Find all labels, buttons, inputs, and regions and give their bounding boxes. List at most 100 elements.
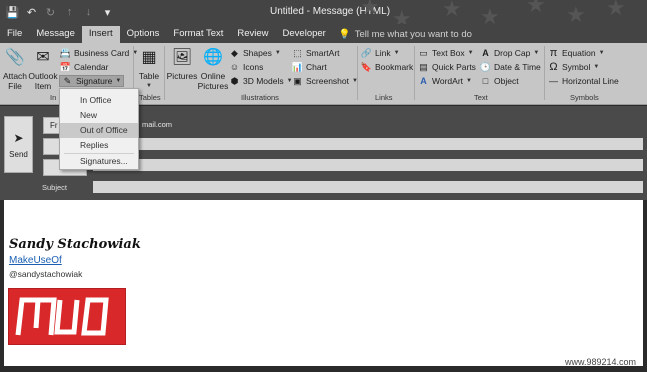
customize-qat-icon[interactable]: ▾ xyxy=(99,4,116,20)
tab-message[interactable]: Message xyxy=(29,26,82,43)
object-icon: □ xyxy=(482,76,489,86)
menu-item-signatures[interactable]: Signatures... xyxy=(60,154,138,169)
include-group-label: In xyxy=(50,93,57,102)
horizontal-line-button[interactable]: — Horizontal Line xyxy=(548,75,619,87)
save-icon[interactable]: 💾 xyxy=(4,4,21,20)
outlook-item-button[interactable]: ✉ Outlook Item xyxy=(28,47,58,92)
symbol-button[interactable]: Ω Symbol ▼ xyxy=(548,61,599,73)
menu-item-new[interactable]: New xyxy=(60,108,138,123)
tab-file[interactable]: File xyxy=(0,26,29,43)
text-box-button[interactable]: ▭ Text Box ▼ xyxy=(418,47,474,59)
bookmark-button[interactable]: 🔖 Bookmark xyxy=(361,61,413,73)
muo-logo xyxy=(8,288,126,345)
calendar-icon: 📅 xyxy=(59,61,72,72)
date-time-icon: 🕒 xyxy=(479,61,492,72)
pi-icon: π xyxy=(549,47,558,59)
tab-insert[interactable]: Insert xyxy=(81,26,120,43)
tab-review[interactable]: Review xyxy=(230,26,275,43)
table-button[interactable]: ▦ Table ▼ xyxy=(137,47,161,91)
text-group-label: Text xyxy=(474,93,488,102)
text-box-icon: ▭ xyxy=(419,47,428,58)
tab-options[interactable]: Options xyxy=(120,26,167,43)
chart-icon: 📊 xyxy=(291,61,304,72)
title-bar-decoration: ★ ★ ★ ★ ★ ★ ★ xyxy=(360,0,626,24)
tab-developer[interactable]: Developer xyxy=(276,26,333,43)
signature-handle: @sandystachowiak xyxy=(9,269,83,279)
chevron-down-icon: ▼ xyxy=(593,64,600,70)
link-button[interactable]: 🔗 Link ▼ xyxy=(361,47,400,59)
ribbon-tabs: File Message Insert Options Format Text … xyxy=(0,24,647,43)
equation-button[interactable]: π Equation ▼ xyxy=(548,47,605,59)
send-icon: ➤ xyxy=(13,130,24,145)
tell-me-box[interactable]: 💡 Tell me what you want to do xyxy=(333,26,479,43)
smartart-icon: ⬚ xyxy=(293,47,302,58)
wordart-icon: A xyxy=(420,76,427,86)
quick-parts-button[interactable]: ▤ Quick Parts ▼ xyxy=(418,61,485,73)
subject-field[interactable] xyxy=(93,181,643,193)
online-pictures-button[interactable]: 🌐 Online Pictures xyxy=(198,47,229,92)
subject-label: Subject xyxy=(42,183,68,192)
menu-item-in-office[interactable]: In Office xyxy=(60,93,138,108)
quick-parts-icon: ▤ xyxy=(419,61,428,72)
envelope-icon: ✉ xyxy=(36,49,50,66)
send-button[interactable]: ➤ Send xyxy=(4,116,33,173)
signature-dropdown-menu: In Office New Out of Office Replies Sign… xyxy=(59,88,139,170)
links-group-label: Links xyxy=(375,93,393,102)
business-card-button[interactable]: 📇 Business Card ▼ xyxy=(60,47,138,59)
to-field[interactable] xyxy=(93,138,643,150)
quick-access-toolbar: 💾 ↶ ↻ ↑ ↓ ▾ xyxy=(4,4,116,20)
pen-icon: ✎ xyxy=(63,75,72,86)
watermark: www.989214.com xyxy=(565,357,637,367)
link-icon: 🔗 xyxy=(360,47,373,58)
chevron-down-icon: ▼ xyxy=(393,50,400,56)
tab-format-text[interactable]: Format Text xyxy=(166,26,230,43)
message-body[interactable]: Sandy Stachowiak MakeUseOf @sandystachow… xyxy=(4,200,643,366)
redo-icon[interactable]: ↻ xyxy=(42,4,59,20)
chevron-down-icon: ▼ xyxy=(467,50,474,56)
object-button[interactable]: □ Object xyxy=(480,75,519,87)
calendar-button[interactable]: 📅 Calendar xyxy=(60,61,109,73)
icons-button[interactable]: ☺ Icons xyxy=(229,61,263,73)
chevron-down-icon: ▼ xyxy=(274,50,281,56)
from-address: mail.com xyxy=(142,120,173,129)
group-divider xyxy=(357,46,358,100)
bookmark-icon: 🔖 xyxy=(360,61,373,72)
signature-link[interactable]: MakeUseOf xyxy=(9,255,62,266)
smartart-button[interactable]: ⬚ SmartArt xyxy=(292,47,339,59)
screenshot-button[interactable]: ▣ Screenshot ▼ xyxy=(292,75,358,87)
down-arrow-icon[interactable]: ↓ xyxy=(80,4,97,20)
screenshot-icon: ▣ xyxy=(293,75,302,86)
cube-icon: ⬢ xyxy=(230,75,239,86)
3d-models-button[interactable]: ⬢ 3D Models ▼ xyxy=(229,75,293,87)
up-arrow-icon[interactable]: ↑ xyxy=(61,4,78,20)
omega-icon: Ω xyxy=(549,61,558,73)
pictures-icon: 🖼 xyxy=(171,49,193,66)
chevron-down-icon: ▼ xyxy=(533,50,540,56)
pictures-button[interactable]: 🖼 Pictures xyxy=(167,47,198,82)
signature-name: Sandy Stachowiak xyxy=(9,237,141,252)
signature-button[interactable]: ✎ Signature ▼ xyxy=(59,75,125,87)
cc-field[interactable] xyxy=(93,159,643,171)
business-card-icon: 📇 xyxy=(59,47,72,58)
chevron-down-icon: ▼ xyxy=(466,78,472,84)
chevron-down-icon: ▼ xyxy=(146,83,152,89)
drop-cap-button[interactable]: A Drop Cap ▼ xyxy=(480,47,539,59)
shapes-icon: ◆ xyxy=(231,47,238,58)
chart-button[interactable]: 📊 Chart xyxy=(292,61,327,73)
icons-icon: ☺ xyxy=(229,62,240,72)
chevron-down-icon: ▼ xyxy=(598,50,605,56)
tables-group-label: Tables xyxy=(139,93,161,102)
wordart-button[interactable]: A WordArt ▼ xyxy=(418,75,472,87)
group-divider xyxy=(164,46,165,100)
title-bar: 💾 ↶ ↻ ↑ ↓ ▾ Untitled - Message (HTML) ★ … xyxy=(0,0,647,24)
undo-icon[interactable]: ↶ xyxy=(23,4,40,20)
attach-file-button[interactable]: 📎 Attach File xyxy=(2,47,28,92)
lightbulb-icon: 💡 xyxy=(338,28,351,40)
tell-me-text: Tell me what you want to do xyxy=(354,28,472,40)
menu-item-replies[interactable]: Replies xyxy=(60,138,138,153)
shapes-button[interactable]: ◆ Shapes ▼ xyxy=(229,47,281,59)
date-time-button[interactable]: 🕒 Date & Time xyxy=(480,61,541,73)
menu-item-out-of-office[interactable]: Out of Office xyxy=(60,123,138,138)
table-icon: ▦ xyxy=(141,49,157,66)
symbols-group-label: Symbols xyxy=(570,93,599,102)
